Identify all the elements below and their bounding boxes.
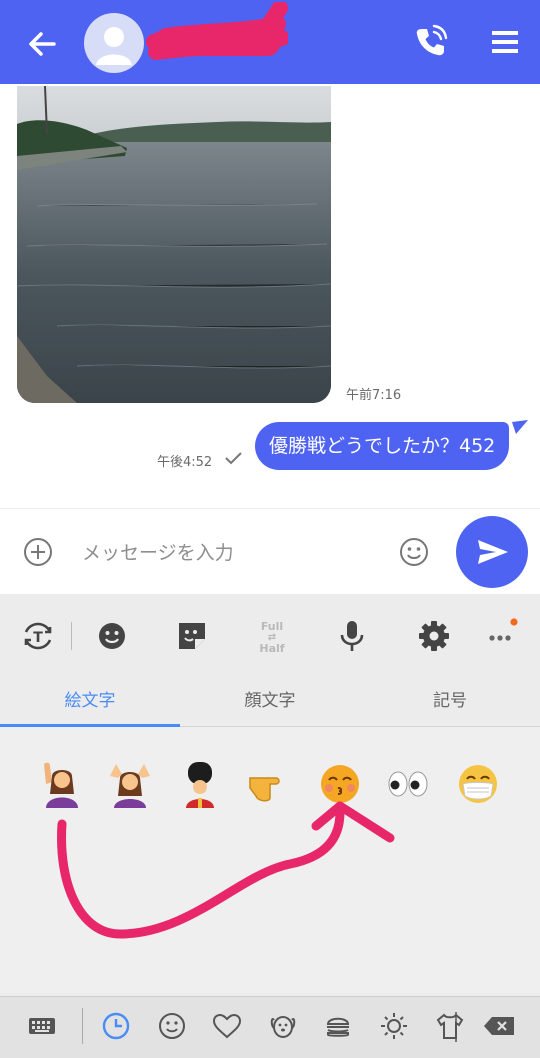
burger-icon[interactable] xyxy=(320,1008,356,1044)
lake-photo xyxy=(17,86,331,403)
smiley-face-icon[interactable] xyxy=(88,612,136,660)
backspace-icon[interactable] xyxy=(480,1008,520,1044)
hamburger-menu-icon[interactable] xyxy=(486,22,526,62)
heart-icon[interactable] xyxy=(209,1008,245,1044)
photo-message[interactable] xyxy=(17,86,331,403)
full-half-toggle[interactable]: Full ⇄ Half xyxy=(246,620,298,656)
swap-arrows-icon: ⇄ xyxy=(267,632,277,643)
back-arrow-icon[interactable] xyxy=(20,22,64,66)
emoji-face-with-mask[interactable] xyxy=(454,760,502,808)
text-conversion-icon[interactable]: T xyxy=(14,612,62,660)
contact-avatar[interactable] xyxy=(84,13,144,73)
toolbar-divider xyxy=(71,622,72,650)
send-icon xyxy=(478,540,508,564)
settings-gear-icon[interactable] xyxy=(410,612,458,660)
send-button[interactable] xyxy=(456,516,528,588)
keyboard-icon[interactable] xyxy=(24,1008,60,1044)
sun-icon[interactable] xyxy=(376,1008,412,1044)
phone-call-icon[interactable] xyxy=(408,20,452,64)
person-silhouette-icon xyxy=(96,27,132,65)
smiley-icon[interactable] xyxy=(154,1008,190,1044)
bubble-tail xyxy=(512,420,528,434)
plus-circle-icon[interactable] xyxy=(22,536,54,568)
sticker-icon[interactable] xyxy=(168,612,216,660)
more-options-icon[interactable] xyxy=(482,612,530,660)
tab-symbols[interactable]: 記号 xyxy=(390,686,510,711)
message-time: 午後4:52 xyxy=(157,455,213,470)
sent-message-bubble[interactable]: 優勝戦どうでしたか？452 xyxy=(255,422,510,470)
shirt-icon[interactable] xyxy=(432,1008,468,1044)
tab-kaomoji[interactable]: 顔文字 xyxy=(210,686,330,711)
dog-icon[interactable] xyxy=(265,1008,301,1044)
tab-emoji[interactable]: 絵文字 xyxy=(30,686,150,711)
annotation-arrow xyxy=(57,801,395,939)
half-label: Half xyxy=(259,642,285,655)
emoji-button-icon[interactable] xyxy=(398,536,430,568)
message-time: 午前7:16 xyxy=(346,388,402,403)
message-input[interactable] xyxy=(80,528,384,578)
clock-icon[interactable] xyxy=(98,1008,134,1044)
svg-text:T: T xyxy=(33,630,43,646)
redaction-scribble xyxy=(146,2,288,60)
microphone-icon[interactable] xyxy=(328,612,376,660)
category-divider xyxy=(82,1008,83,1044)
checkmark-icon xyxy=(225,452,242,465)
